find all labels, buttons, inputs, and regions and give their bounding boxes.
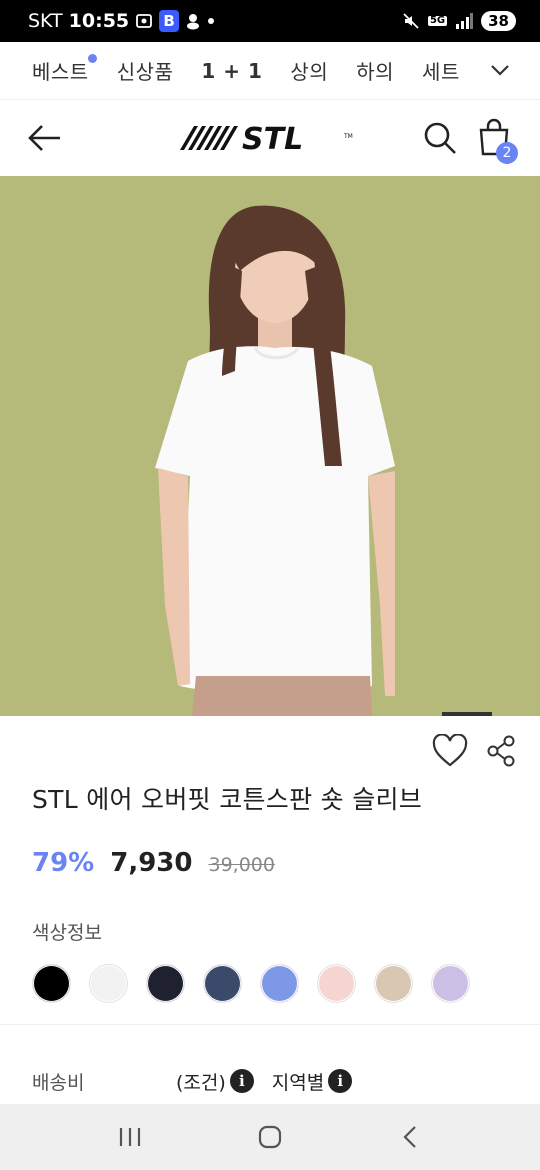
network-label: 5G — [427, 15, 448, 26]
price-row: 79% 7,930 39,000 — [32, 848, 275, 878]
original-price: 39,000 — [208, 854, 275, 876]
color-swatch[interactable] — [431, 964, 470, 1003]
info-icon[interactable]: i — [328, 1069, 353, 1093]
search-icon[interactable] — [422, 120, 458, 156]
svg-text:TM: TM — [343, 133, 353, 140]
share-icon[interactable] — [486, 734, 516, 768]
status-left: SKT 10:55 B — [28, 10, 215, 32]
back-arrow-icon[interactable] — [26, 118, 66, 158]
carrier-label: SKT — [28, 10, 63, 32]
color-swatch[interactable] — [32, 964, 71, 1003]
color-swatch[interactable] — [89, 964, 128, 1003]
discount-rate: 79% — [32, 848, 95, 878]
cart-button[interactable]: 2 — [476, 116, 520, 164]
home-icon[interactable] — [250, 1117, 290, 1157]
color-swatch[interactable] — [374, 964, 413, 1003]
color-swatch[interactable] — [203, 964, 242, 1003]
status-right: 5G 38 — [402, 11, 516, 31]
battery-indicator: 38 — [481, 11, 516, 31]
chevron-down-icon[interactable] — [488, 58, 512, 82]
recent-apps-icon[interactable] — [110, 1117, 150, 1157]
category-nav: 베스트 신상품 1 + 1 상의 하의 세트 — [0, 42, 540, 100]
cart-count-badge: 2 — [496, 142, 518, 164]
image-slider-indicator — [442, 712, 492, 716]
app-header: STL TM 2 — [0, 100, 540, 176]
signal-icon — [455, 13, 474, 29]
shipping-condition-label: (조건) — [176, 1071, 226, 1094]
color-swatch[interactable] — [260, 964, 299, 1003]
app-b-icon: B — [159, 10, 180, 32]
logo-text: STL — [242, 122, 303, 156]
product-title: STL 에어 오버핏 코튼스판 숏 슬리브 — [32, 785, 423, 814]
category-one-plus-one[interactable]: 1 + 1 — [201, 59, 262, 83]
screenshot-icon — [135, 12, 153, 30]
product-image[interactable] — [0, 176, 540, 716]
shipping-row: 배송비 (조건) i 지역별 i — [32, 1066, 532, 1096]
color-swatch[interactable] — [146, 964, 185, 1003]
more-notifications-dot-icon — [207, 17, 215, 25]
heart-icon[interactable] — [432, 733, 468, 768]
system-nav-bar — [0, 1104, 540, 1170]
color-swatch[interactable] — [317, 964, 356, 1003]
back-icon[interactable] — [390, 1117, 430, 1157]
category-new[interactable]: 신상품 — [117, 56, 174, 85]
divider — [0, 1024, 540, 1025]
category-bottoms[interactable]: 하의 — [356, 56, 394, 85]
network-5g-icon: 5G — [427, 15, 448, 26]
category-tops[interactable]: 상의 — [290, 56, 328, 85]
category-best[interactable]: 베스트 — [32, 54, 97, 85]
shipping-region[interactable]: 지역별 i — [271, 1068, 353, 1095]
mute-icon — [402, 12, 420, 30]
color-info-label: 색상정보 — [32, 922, 102, 944]
notification-icon — [185, 12, 201, 30]
shipping-region-label: 지역별 — [271, 1071, 325, 1094]
info-icon[interactable]: i — [229, 1069, 254, 1093]
color-swatches — [32, 964, 470, 1003]
category-sets[interactable]: 세트 — [422, 56, 460, 85]
shipping-label: 배송비 — [32, 1071, 85, 1094]
sale-price: 7,930 — [110, 848, 193, 878]
stl-logo[interactable]: STL TM — [180, 120, 362, 157]
clock: 10:55 — [68, 10, 130, 32]
status-bar: SKT 10:55 B 5G 38 — [0, 0, 540, 42]
shipping-condition[interactable]: (조건) i — [176, 1068, 254, 1095]
